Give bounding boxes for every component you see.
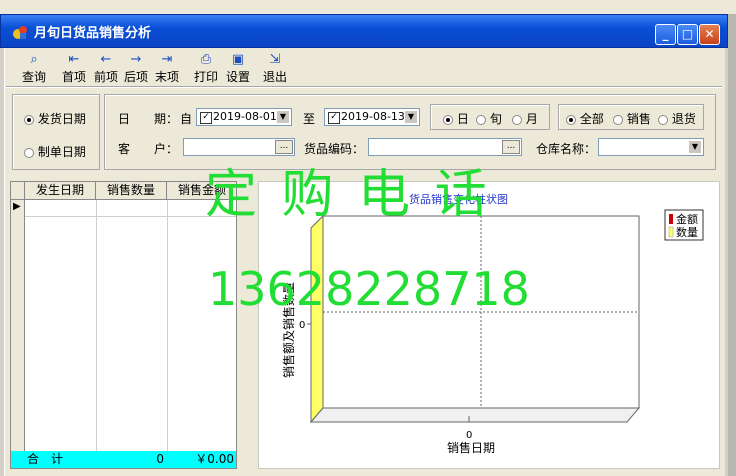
row-indicator[interactable] [11,200,25,452]
radio-scope-0[interactable]: 全部 [566,110,604,127]
current-row-marker-icon: ▶ [13,201,21,212]
toolbar-button-0[interactable]: ⌕ 查询 [22,52,46,84]
maximize-button[interactable]: □ [677,24,698,45]
column-header-qty[interactable]: 销售数量 [96,182,167,200]
to-label: 至 [303,112,316,126]
watermark-line-2: 13628228718 [208,262,530,316]
radio-scope-1[interactable]: 销售 [613,110,651,127]
chevron-down-icon[interactable]: ▼ [688,140,702,154]
radio-scope-2[interactable]: 退货 [658,110,696,127]
toolbar-button-label: 退出 [263,70,288,84]
legend-swatch-qty [668,226,674,238]
radio-indicator[interactable] [24,147,34,158]
customer-label: 客 户： [118,142,179,156]
radio-label: 销售 [626,112,651,126]
radio-label: 月 [525,112,538,126]
from-label: 自 [180,112,193,126]
warehouse-select[interactable]: ▼ [598,138,704,156]
chart-side-wall [310,214,324,424]
totals-label: 合 计 [27,452,64,466]
first-arrow-icon: ⇤ [68,52,80,67]
legend-item-amount: 金额 [676,212,698,226]
totals-row: 合 计 0 ￥0.00 [11,451,236,468]
radio-label: 旬 [489,112,502,126]
sales-grid[interactable]: 发生日期 销售数量 销售金额 ▶ 合 计 0 ￥0.00 [10,181,237,469]
period-label: 日 期： [118,112,179,126]
radio-ship-date[interactable]: 发货日期 [24,110,86,127]
chevron-down-icon[interactable]: ▼ [404,110,418,124]
radio-indicator[interactable] [566,114,576,125]
close-button[interactable]: ✕ [699,24,720,45]
totals-amount: ￥0.00 [195,452,234,466]
to-date-checkbox[interactable]: ✓ [328,112,340,124]
chart-floor [309,407,641,423]
x-axis-label: 销售日期 [447,440,495,455]
watermark-line-1: 定 购 电 话 [205,165,491,225]
legend-item-qty: 数量 [676,226,698,239]
right-window-edge [728,14,736,476]
minimize-button[interactable]: _ [655,24,676,45]
exit-door-icon: ⇲ [269,52,281,67]
toolbar-button-label: 设置 [226,70,251,84]
toolbar-button-2[interactable]: ← 前项 [94,52,118,84]
toolbar-button-5[interactable]: ⎙ 打印 [194,52,218,84]
radio-label: 退货 [671,112,696,126]
toolbar-button-label: 前项 [94,70,119,84]
column-header-date[interactable]: 发生日期 [25,182,96,200]
toolbar-button-label: 查询 [22,70,47,84]
radio-granularity-0[interactable]: 日 [443,110,469,127]
product-code-browse-button[interactable]: ... [502,140,520,154]
radio-label: 日 [456,112,469,126]
radio-doc-date[interactable]: 制单日期 [24,143,86,160]
radio-granularity-2[interactable]: 月 [512,110,538,127]
radio-indicator[interactable] [613,114,623,125]
to-date-value: 2019-08-13 [341,110,405,123]
prev-arrow-icon: ← [100,52,112,67]
app-icon[interactable] [12,24,28,40]
radio-indicator[interactable] [24,114,34,125]
from-date-picker[interactable]: ✓ 2019-08-01 ▼ [196,108,292,126]
toolbar-button-label: 后项 [124,70,149,84]
to-date-picker[interactable]: ✓ 2019-08-13 ▼ [324,108,420,126]
radio-ship-date-label: 发货日期 [37,112,86,126]
column-divider [96,200,97,452]
toolbar-button-label: 首项 [62,70,87,84]
grid-corner [11,182,25,200]
radio-indicator[interactable] [658,114,668,125]
toolbar-button-4[interactable]: ⇥ 末项 [155,52,179,84]
legend-swatch-amount [669,214,673,224]
toolbar-button-6[interactable]: ▣ 设置 [226,52,250,84]
last-arrow-icon: ⇥ [161,52,173,67]
from-date-value: 2019-08-01 [213,110,277,123]
warehouse-label: 仓库名称： [536,142,597,156]
from-date-checkbox[interactable]: ✓ [200,112,212,124]
y-tick-label: 0 [299,320,305,331]
printer-icon: ⎙ [200,52,212,67]
radio-doc-date-label: 制单日期 [37,145,86,159]
radio-indicator[interactable] [512,114,522,125]
toolbar-button-1[interactable]: ⇤ 首项 [62,52,86,84]
window-title: 月旬日货品销售分析 [34,26,152,41]
settings-icon: ▣ [231,52,245,67]
top-desktop-strip [0,0,736,14]
toolbar-button-label: 打印 [194,70,219,84]
x-tick-label: 0 [466,430,472,441]
toolbar-button-3[interactable]: → 后项 [124,52,148,84]
radio-indicator[interactable] [443,114,453,125]
toolbar-button-label: 末项 [155,70,180,84]
next-arrow-icon: → [130,52,142,67]
chevron-down-icon[interactable]: ▼ [276,110,290,124]
toolbar-separator [6,86,722,88]
radio-label: 全部 [579,112,604,126]
binoculars-icon: ⌕ [30,52,38,67]
column-divider [167,200,168,452]
totals-qty: 0 [156,452,164,466]
radio-granularity-1[interactable]: 旬 [476,110,502,127]
toolbar-button-7[interactable]: ⇲ 退出 [263,52,287,84]
radio-indicator[interactable] [476,114,486,125]
